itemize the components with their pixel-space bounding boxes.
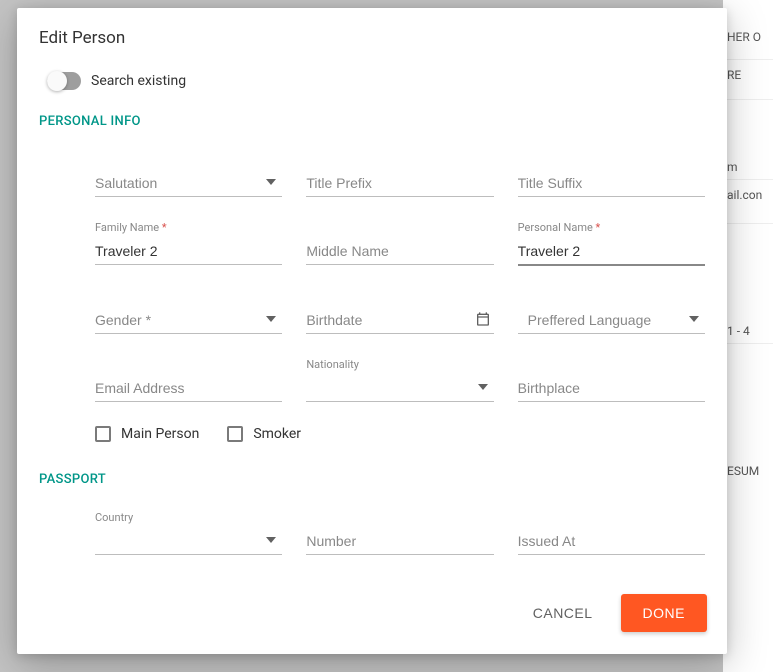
smoker-checkbox[interactable]: Smoker	[227, 426, 301, 442]
passport-heading: PASSPORT	[39, 468, 705, 511]
personal-name-field[interactable]: Personal Name	[518, 221, 705, 266]
nationality-label: Nationality	[306, 358, 493, 372]
middle-name-field[interactable]: .	[306, 221, 493, 266]
modal-footer: CANCEL DONE	[17, 580, 727, 654]
main-person-label: Main Person	[121, 426, 199, 442]
passport-country-label: Country	[95, 511, 282, 525]
main-person-checkbox[interactable]: Main Person	[95, 426, 199, 442]
date-issued-field[interactable]: .	[95, 579, 282, 580]
passport-number-input[interactable]	[306, 527, 493, 555]
preferred-language-input[interactable]	[518, 306, 705, 334]
passport-issued-at-field[interactable]: .	[518, 511, 705, 555]
personal-info-section: . . . Family Name	[39, 153, 705, 442]
family-name-input[interactable]	[95, 237, 282, 265]
gender-input[interactable]	[95, 306, 282, 334]
birthplace-input[interactable]	[518, 374, 705, 402]
birthdate-field[interactable]: .	[306, 290, 493, 334]
passport-number-field[interactable]: .	[306, 511, 493, 555]
personal-name-label: Personal Name	[518, 221, 705, 235]
email-input[interactable]	[95, 374, 282, 402]
title-prefix-input[interactable]	[306, 169, 493, 197]
bg-text: 1 - 4	[723, 224, 773, 344]
expiry-date-field[interactable]: .	[306, 579, 493, 580]
cancel-button[interactable]: CANCEL	[525, 595, 601, 631]
personal-name-input[interactable]	[518, 237, 705, 266]
checkbox-icon	[95, 426, 111, 442]
passport-country-field[interactable]: Country	[95, 511, 282, 555]
search-existing-row: Search existing	[39, 66, 705, 110]
background-panel: HER O RE m ail.con 1 - 4 ESUM	[723, 0, 773, 672]
bg-text: m	[723, 100, 773, 180]
title-suffix-input[interactable]	[518, 169, 705, 197]
bg-text: ail.con	[723, 180, 773, 224]
nationality-field[interactable]: Nationality	[306, 358, 493, 402]
bg-text: HER O	[723, 0, 773, 60]
title-prefix-field[interactable]: .	[306, 153, 493, 197]
title-suffix-field[interactable]: .	[518, 153, 705, 197]
family-name-field[interactable]: Family Name	[95, 221, 282, 266]
birthplace-field[interactable]: .	[518, 358, 705, 402]
personal-info-heading: PERSONAL INFO	[39, 110, 705, 153]
gender-field[interactable]: .	[95, 290, 282, 334]
salutation-input[interactable]	[95, 169, 282, 197]
checkbox-icon	[227, 426, 243, 442]
birthdate-input[interactable]	[306, 306, 493, 334]
bg-text: RE	[723, 60, 773, 100]
bg-text: ESUM	[723, 344, 773, 484]
edit-person-modal: Edit Person Search existing PERSONAL INF…	[17, 8, 727, 654]
modal-title: Edit Person	[17, 8, 727, 66]
modal-body: Search existing PERSONAL INFO . . .	[17, 66, 727, 580]
done-button[interactable]: DONE	[621, 594, 707, 632]
passport-section: Country . . .	[39, 511, 705, 580]
salutation-field[interactable]: .	[95, 153, 282, 197]
search-existing-label: Search existing	[91, 73, 186, 89]
nationality-input[interactable]	[306, 374, 493, 402]
middle-name-input[interactable]	[306, 237, 493, 265]
preferred-language-field[interactable]: .	[518, 290, 705, 334]
smoker-label: Smoker	[253, 426, 301, 442]
email-field[interactable]: .	[95, 358, 282, 402]
passport-issued-at-input[interactable]	[518, 527, 705, 555]
passport-country-input[interactable]	[95, 527, 282, 555]
search-existing-toggle[interactable]	[47, 72, 81, 90]
family-name-label: Family Name	[95, 221, 282, 235]
